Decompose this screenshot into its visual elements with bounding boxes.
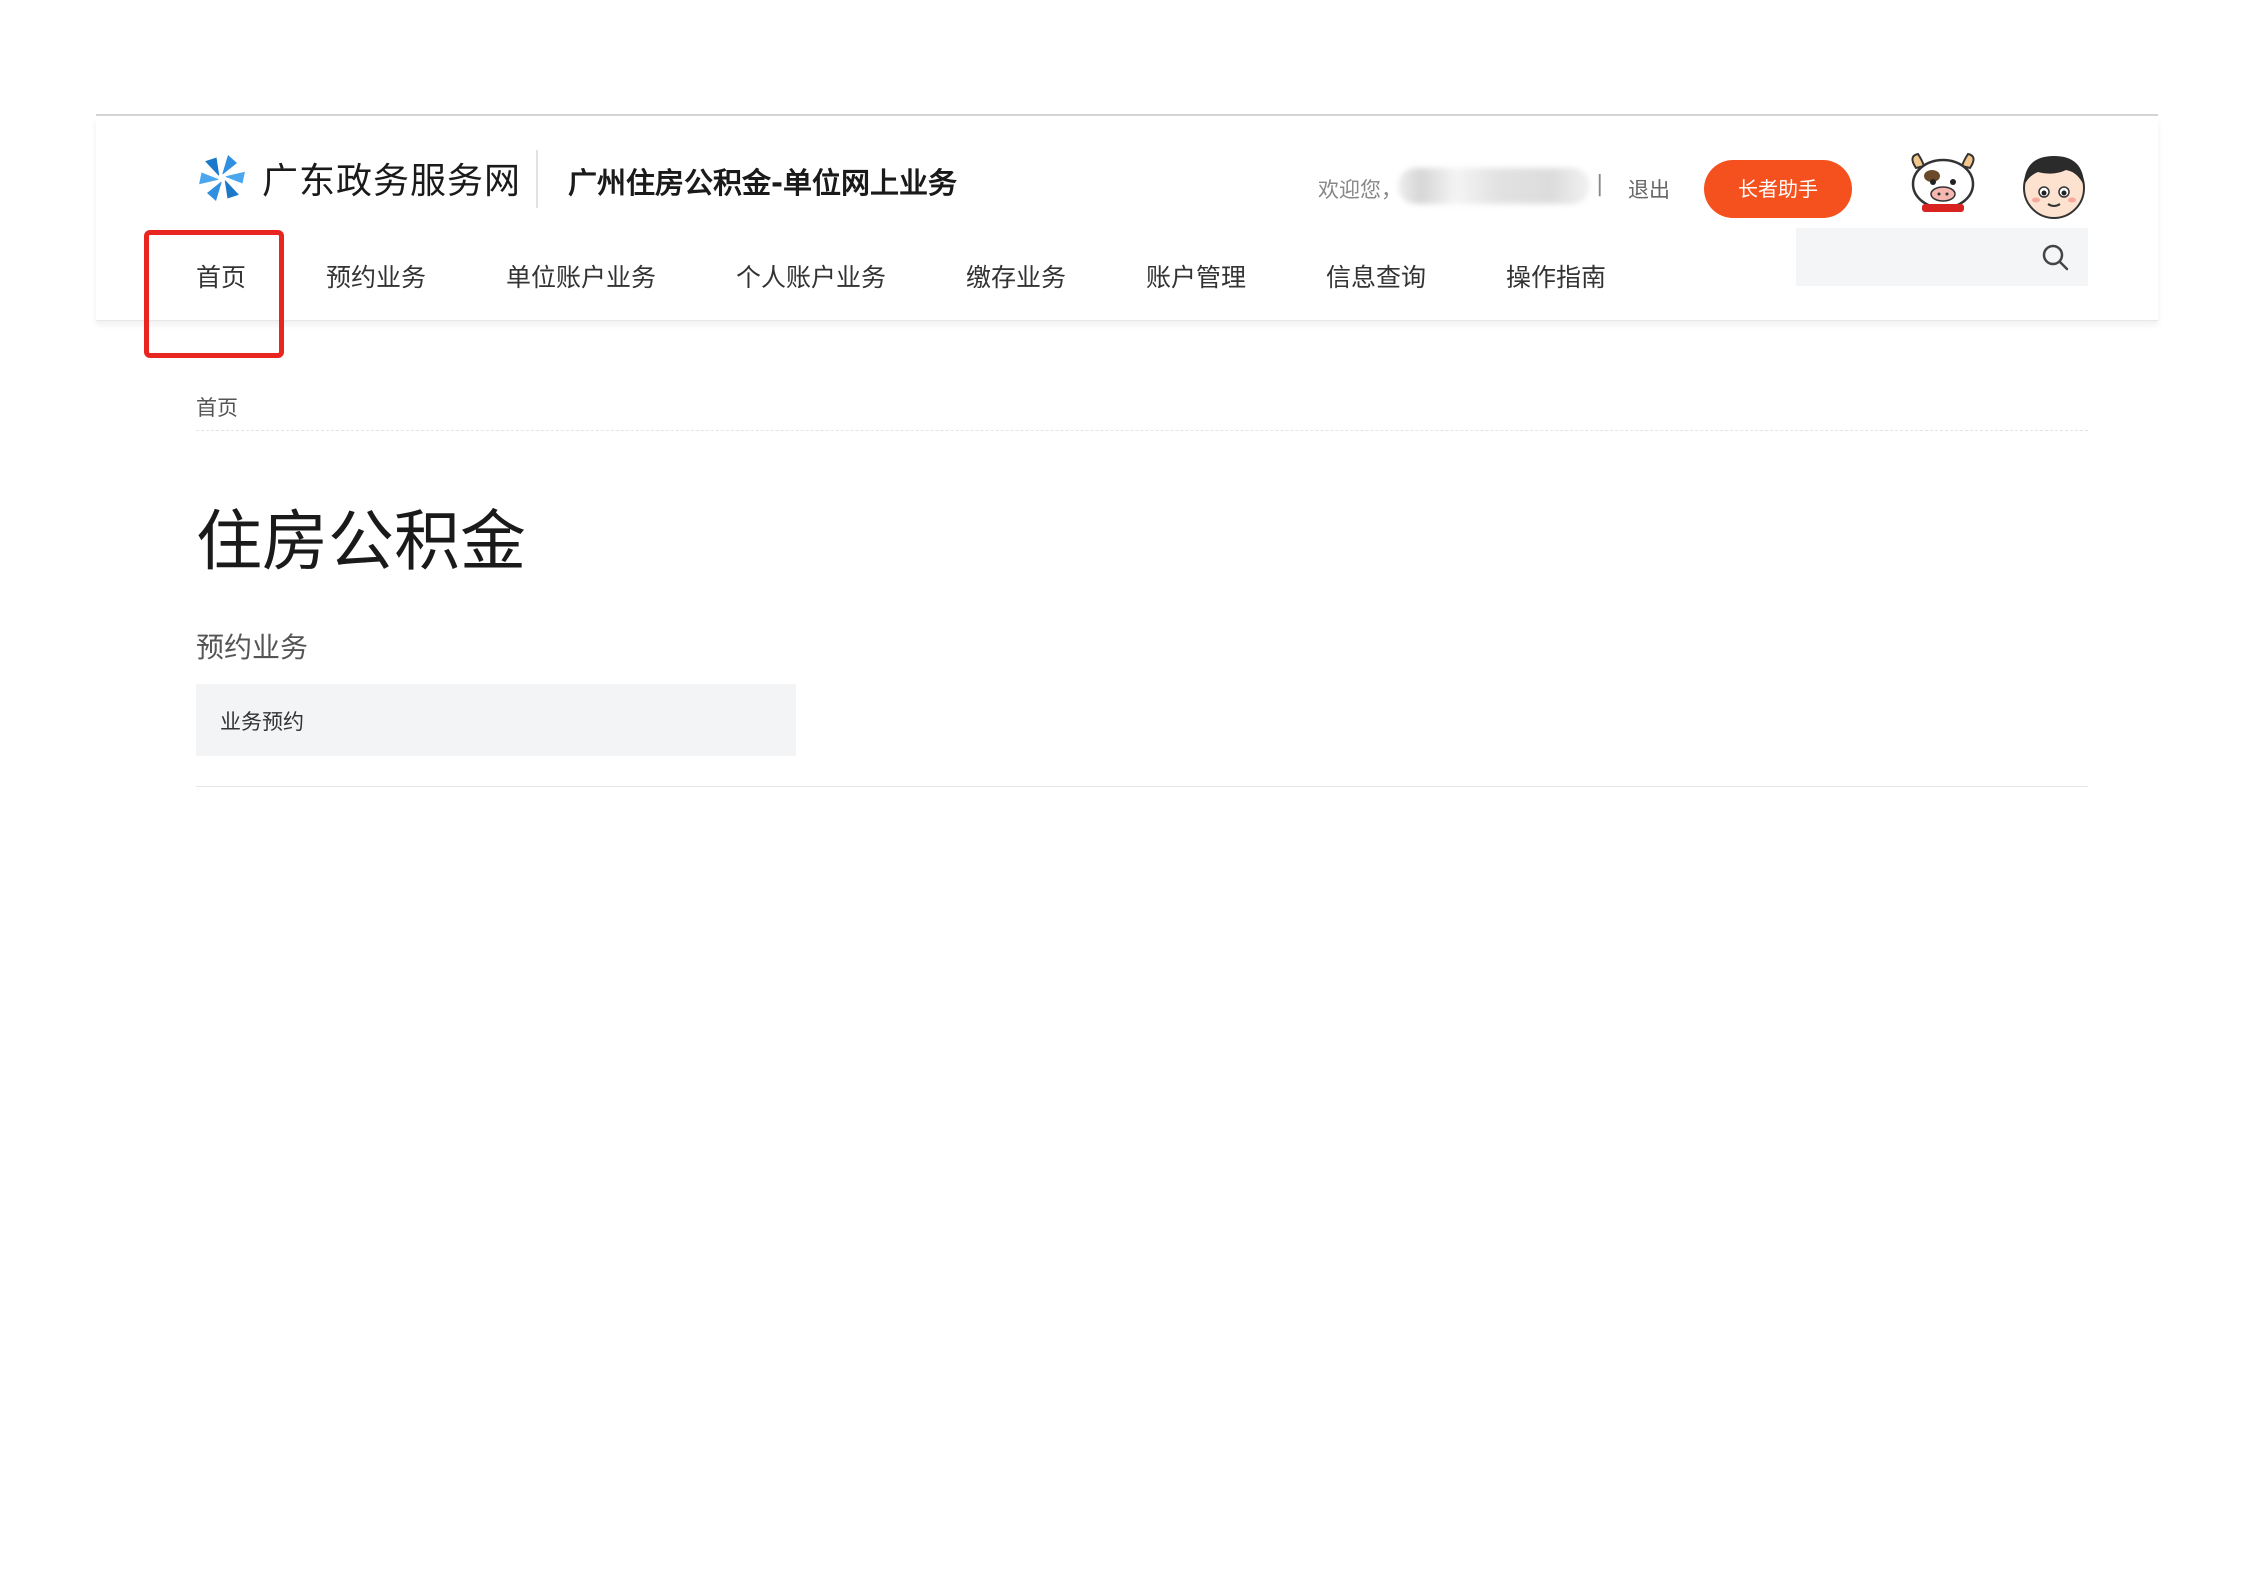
header-separator: | (1596, 172, 1604, 197)
page-title: 住房公积金 (196, 503, 526, 580)
site-title: 广州住房公积金-单位网上业务 (568, 166, 958, 200)
logo-text: 广东政务服务网 (262, 161, 522, 202)
nav-item-unit-account[interactable]: 单位账户业务 (506, 258, 656, 294)
service-card[interactable]: 业务预约 (196, 684, 796, 756)
logo-divider (536, 150, 538, 208)
elder-assistant-button[interactable]: 长者助手 (1704, 160, 1852, 218)
nav-item-account-management[interactable]: 账户管理 (1146, 258, 1246, 294)
main-nav: 首页 预约业务 单位账户业务 个人账户业务 缴存业务 账户管理 信息查询 操作指… (0, 258, 2245, 298)
nav-item-personal-account[interactable]: 个人账户业务 (736, 258, 886, 294)
nav-item-appointment[interactable]: 预约业务 (326, 258, 426, 294)
pinwheel-logo-icon (196, 152, 248, 204)
site-logo[interactable]: 广东政务服务网 (196, 152, 521, 204)
service-card-label: 业务预约 (220, 710, 304, 734)
section-title: 预约业务 (196, 631, 309, 664)
blurred-username (1398, 168, 1590, 204)
highlight-annotation (144, 230, 284, 358)
content-divider (196, 786, 2088, 787)
nav-item-info-query[interactable]: 信息查询 (1326, 258, 1426, 294)
nav-item-deposit[interactable]: 缴存业务 (966, 258, 1066, 294)
nav-item-guide[interactable]: 操作指南 (1506, 258, 1606, 294)
logout-link[interactable]: 退出 (1628, 174, 1670, 204)
breadcrumb-divider (196, 430, 2088, 431)
user-avatar[interactable] (2018, 150, 2090, 222)
breadcrumb[interactable]: 首页 (196, 392, 238, 422)
welcome-text: 欢迎您， (1318, 178, 1402, 202)
cow-mascot-icon[interactable] (1906, 150, 1980, 214)
